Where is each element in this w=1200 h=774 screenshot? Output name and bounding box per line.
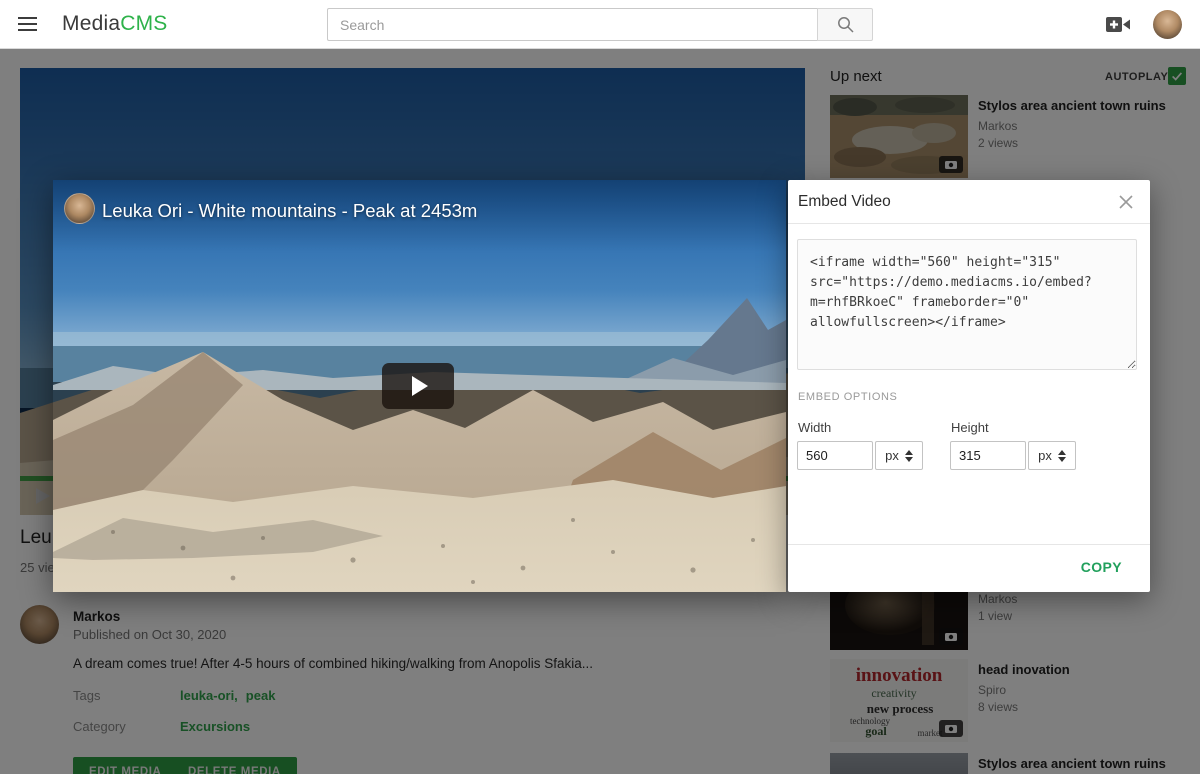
height-input[interactable] [950, 441, 1026, 470]
play-icon [412, 376, 428, 396]
preview-channel-avatar[interactable] [64, 193, 95, 224]
width-label: Width [798, 420, 831, 435]
embed-options-label: EMBED OPTIONS [798, 391, 897, 403]
app-logo[interactable]: MediaCMS [62, 12, 167, 36]
search-form [327, 8, 873, 41]
header-actions [1106, 0, 1182, 49]
upload-media-button[interactable] [1106, 16, 1131, 33]
unit-value: px [1038, 448, 1052, 463]
embed-preview-player[interactable]: Leuka Ori - White mountains - Peak at 24… [53, 180, 786, 592]
unit-value: px [885, 448, 899, 463]
select-arrows-icon [905, 450, 913, 462]
page: Leuka Ori - White mountains - Peak at 24… [0, 0, 1200, 774]
user-avatar[interactable] [1153, 10, 1182, 39]
height-label: Height [951, 420, 989, 435]
logo-media-text: Media [62, 12, 120, 35]
embed-code-textarea[interactable]: <iframe width="560" height="315" src="ht… [797, 239, 1137, 370]
menu-button[interactable] [18, 14, 40, 34]
search-icon [836, 15, 855, 34]
height-unit-select[interactable]: px [1028, 441, 1076, 470]
search-input[interactable] [327, 8, 817, 41]
videocam-plus-icon [1106, 16, 1131, 33]
select-arrows-icon [1058, 450, 1066, 462]
modal-title: Embed Video [798, 193, 891, 211]
width-unit-select[interactable]: px [875, 441, 923, 470]
width-input[interactable] [797, 441, 873, 470]
preview-video-title-link[interactable]: Leuka Ori - White mountains - Peak at 24… [102, 200, 477, 222]
top-bar: MediaCMS [0, 0, 1200, 49]
logo-cms-text: CMS [120, 12, 167, 35]
preview-play-button[interactable] [382, 363, 454, 409]
embed-video-modal: Embed Video <iframe width="560" height="… [788, 180, 1150, 592]
close-icon [1118, 194, 1134, 210]
copy-button[interactable]: COPY [1081, 559, 1122, 575]
modal-header: Embed Video [788, 180, 1150, 224]
search-button[interactable] [817, 8, 873, 41]
hamburger-icon [18, 17, 37, 19]
close-button[interactable] [1116, 192, 1136, 212]
modal-footer: COPY [788, 544, 1150, 592]
